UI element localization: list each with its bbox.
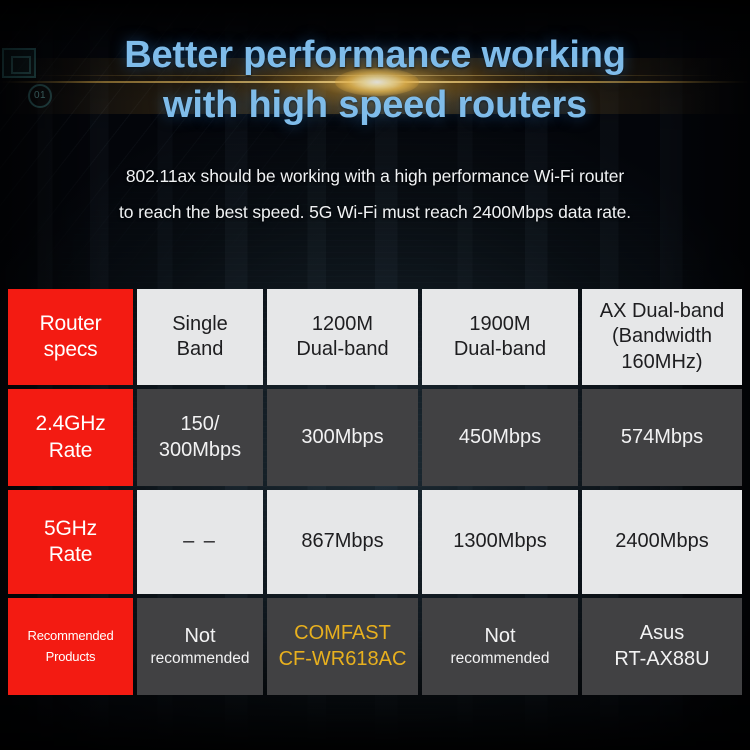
headline-line-1: Better performance working: [124, 34, 626, 76]
cell-line-2: recommended: [450, 650, 550, 668]
cell-product-single-band: Not recommended: [137, 598, 263, 695]
cell-line-1: Not: [184, 625, 216, 648]
row-header-line-2: Rate: [48, 438, 93, 462]
cell-spec-single-band: Single Band: [137, 289, 263, 385]
hero-section: Better performance working with high spe…: [0, 0, 750, 230]
cell-line-1: 1300Mbps: [453, 530, 547, 553]
cell-line-1: 150/: [180, 413, 220, 436]
cell-24ghz-1200m: 300Mbps: [267, 389, 418, 486]
row-header-line-2: Rate: [48, 543, 93, 566]
cell-line-2: Band: [176, 338, 224, 360]
cell-5ghz-single-band: – –: [137, 490, 263, 594]
row-header-line-1: Router: [39, 311, 102, 335]
row-header-line-1: 5GHz: [44, 516, 97, 540]
cell-line-1: 867Mbps: [301, 530, 384, 553]
router-specs-table: Router specs Single Band 1200M Dual-band…: [8, 289, 742, 695]
subcopy-line-2: to reach the best speed. 5G Wi-Fi must r…: [118, 202, 632, 222]
cell-24ghz-single-band: 150/ 300Mbps: [137, 389, 263, 486]
cell-5ghz-1900m: 1300Mbps: [422, 490, 578, 594]
cell-line-2: Dual-band: [296, 338, 389, 360]
cell-spec-ax-dual-band: AX Dual-band (Bandwidth 160MHz): [582, 289, 742, 385]
cell-line-1: 1200M: [311, 312, 374, 335]
headline-line-2: with high speed routers: [163, 84, 587, 126]
cell-spec-1200m: 1200M Dual-band: [267, 289, 418, 385]
cell-line-1: 2400Mbps: [615, 530, 709, 553]
row-header-line-1: Recommended: [27, 628, 114, 644]
cell-5ghz-ax: 2400Mbps: [582, 490, 742, 594]
row-header-recommended-products: Recommended Products: [8, 598, 133, 695]
cell-line-3: 160MHz): [621, 350, 703, 373]
cell-line-1: Not: [484, 625, 516, 648]
cell-product-1200m: COMFAST CF-WR618AC: [267, 598, 418, 695]
page-title: Better performance working with high spe…: [0, 30, 750, 130]
cell-5ghz-1200m: 867Mbps: [267, 490, 418, 594]
row-header-line-2: Products: [45, 648, 96, 664]
cell-line-2: Dual-band: [453, 338, 547, 360]
cell-line-1: 574Mbps: [620, 425, 704, 448]
cell-line-1: – –: [183, 530, 217, 553]
hero-subcopy: 802.11ax should be working with a high p…: [0, 158, 750, 230]
cell-line-2: CF-WR618AC: [278, 647, 407, 670]
cell-product-ax: Asus RT-AX88U: [582, 598, 742, 695]
cell-line-2: 300Mbps: [158, 438, 242, 461]
cell-line-1: AX Dual-band: [599, 300, 725, 323]
row-header-5ghz-rate: 5GHz Rate: [8, 490, 133, 594]
row-header-line-2: specs: [43, 338, 98, 361]
promo-banner: 01 Better performance working with high …: [0, 0, 750, 750]
cell-line-1: Single: [172, 312, 228, 335]
cell-24ghz-1900m: 450Mbps: [422, 389, 578, 486]
cell-line-2: recommended: [150, 650, 250, 668]
row-header-line-1: 2.4GHz: [35, 412, 106, 436]
cell-spec-1900m: 1900M Dual-band: [422, 289, 578, 385]
cell-line-2: RT-AX88U: [614, 647, 710, 670]
cell-line-1: COMFAST: [294, 622, 391, 645]
subcopy-line-1: 802.11ax should be working with a high p…: [125, 166, 625, 186]
row-header-router-specs: Router specs: [8, 289, 133, 385]
cell-line-1: Asus: [639, 622, 685, 645]
cell-product-1900m: Not recommended: [422, 598, 578, 695]
row-header-24ghz-rate: 2.4GHz Rate: [8, 389, 133, 486]
cell-line-2: (Bandwidth: [611, 325, 713, 348]
cell-line-1: 1900M: [469, 312, 531, 335]
cell-24ghz-ax: 574Mbps: [582, 389, 742, 486]
cell-line-1: 300Mbps: [301, 425, 384, 448]
cell-line-1: 450Mbps: [458, 425, 542, 448]
